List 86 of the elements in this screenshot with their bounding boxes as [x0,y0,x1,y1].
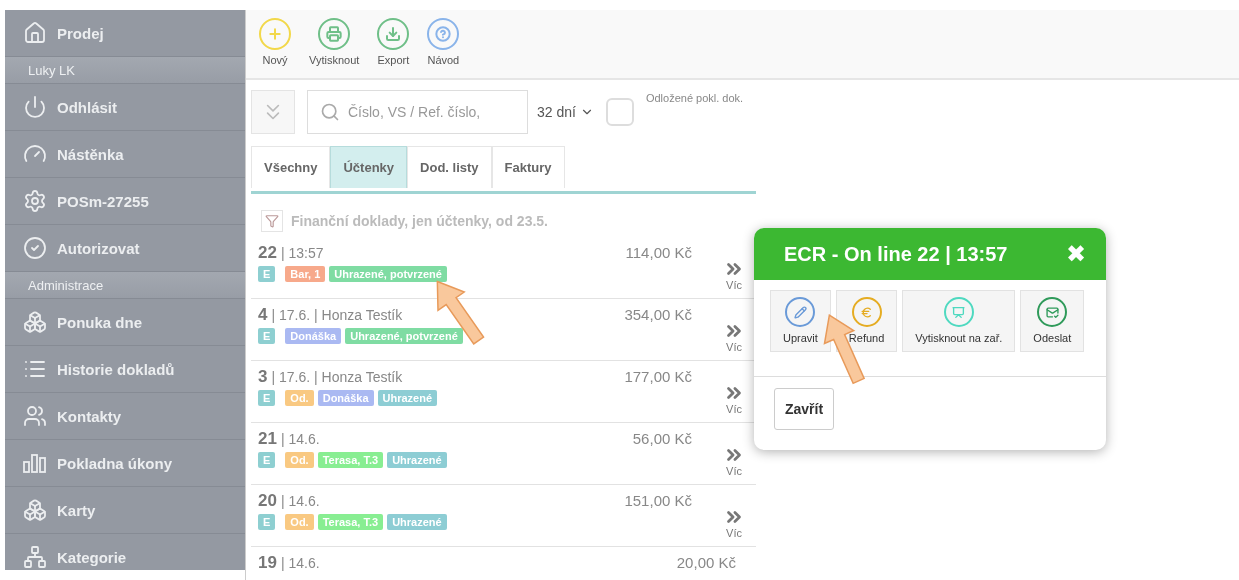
receipt-detail: | 17.6. | Honza Testík [271,307,403,323]
sidebar-item-label: Ponuka dne [57,313,142,331]
status-tag: Od. [285,514,314,530]
sidebar-item[interactable]: Ponuka dne [5,299,245,346]
receipt-amount: 20,00 Kč [676,554,736,571]
sidebar-section: Luky LK [5,57,245,84]
receipt-number: 20 [258,491,277,510]
receipt-amount: 151,00 Kč [624,492,692,509]
action-button[interactable]: Odeslat [1020,290,1085,352]
more-link[interactable]: Víc [712,367,756,422]
receipt-number: 4 [258,305,268,324]
toolbar-button[interactable]: Vytisknout [303,18,366,66]
tab[interactable]: Dod. listy [407,146,492,188]
search-field[interactable]: Číslo, VS / Ref. číslo, [307,90,528,134]
sidebar-item-label: Nástěnka [57,145,124,163]
sidebar-item-label: Prodej [57,24,104,42]
sidebar-item-label: POSm-27255 [57,192,149,210]
receipt-amount: 114,00 Kč [625,244,692,261]
sidebar-item[interactable]: Historie dokladů [5,346,245,393]
sidebar-item-label: Karty [57,501,96,519]
more-link[interactable]: Víc [712,243,756,298]
toolbar-button[interactable]: Nový [253,18,297,66]
receipt-amount: 354,00 Kč [624,306,692,323]
sidebar-item[interactable]: POSm-27255 [5,178,245,225]
receipt-amount: 56,00 Kč [632,430,692,447]
receipt-number: 19 [258,553,277,572]
status-tag: Uhrazené [377,390,438,406]
receipt-number: 3 [258,367,268,386]
receipt-row[interactable]: 19 | 14.6. 20,00 Kč [251,547,756,580]
status-tag: E [258,514,276,530]
status-tag: Terasa, T.3 [317,452,384,468]
sidebar-item-label: Autorizovat [57,239,140,257]
receipt-number: 22 [258,243,277,262]
status-tag: E [258,266,276,282]
sidebar-item[interactable]: Odhlásit [5,84,245,131]
sidebar-item-label: Pokladna úkony [57,454,173,472]
close-dialog-button[interactable]: Zavřít [774,388,835,430]
filter-summary: Finanční doklady, jen účtenky, od 23.5. [291,213,548,229]
tab[interactable]: Všechny [251,146,331,188]
checkbox-label: Odložené pokl. dok. [645,92,744,104]
more-link[interactable]: Víc [712,305,756,360]
sidebar-section: Administrace [5,272,245,299]
close-button[interactable]: ✖ [1066,240,1086,268]
status-tag: Od. [285,452,314,468]
status-tag: Uhrazené, potvrzené [345,328,463,344]
tab[interactable]: Faktury [491,146,565,188]
sidebar-item-label: Historie dokladů [57,360,175,378]
toolbar-button[interactable]: Export [371,18,416,66]
status-tag: Uhrazené [387,514,447,530]
sidebar-item-label: Odhlásit [57,98,117,116]
receipt-row[interactable]: 3 | 17.6. | Honza Testík 177,00 Kč E Od. Donáška Uhrazené Víc [251,361,756,423]
status-tag: Od. [285,390,314,406]
receipt-row[interactable]: 21 | 14.6. 56,00 Kč E Od. Terasa, T.3 Uhrazené Víc [251,423,756,485]
status-tag: Uhrazené [387,452,447,468]
more-link[interactable]: Víc [712,491,756,546]
sidebar-item[interactable]: Pokladna úkony [5,440,245,487]
receipt-detail: | 13:57 [280,245,324,261]
status-tag: Bar, 1 [285,266,326,282]
receipt-detail: | 17.6. | Honza Testík [271,369,403,385]
status-tag: Uhrazené, potvrzené [329,266,447,282]
action-button[interactable]: Upravit [770,290,831,352]
receipt-amount: 177,00 Kč [624,368,692,385]
toolbar-button[interactable]: Návod [421,18,466,66]
sidebar-item[interactable]: Kontakty [5,393,245,440]
action-button[interactable]: Vytisknout na zař. [902,290,1016,352]
sidebar-item[interactable]: Kategorie [5,534,245,570]
sidebar-item-label: Kontakty [57,407,122,425]
status-tag: Terasa, T.3 [317,514,384,530]
status-tag: E [258,328,276,344]
receipt-detail: | 14.6. [280,555,320,571]
period-dropdown[interactable]: 32 dní [537,104,594,120]
search-input[interactable]: Číslo, VS / Ref. číslo, [348,92,527,132]
receipt-detail: | 14.6. [280,493,320,509]
status-tag: Donáška [317,390,374,406]
dialog-title: ECR - On line 22 | 13:57 [784,242,1008,266]
more-link[interactable]: Víc [712,429,756,484]
receipt-number: 21 [258,429,277,448]
sidebar-item[interactable]: Nástěnka [5,131,245,178]
status-tag: Donáška [285,328,342,344]
sidebar-item[interactable]: Karty [5,487,245,534]
tab[interactable]: Účtenky [330,146,408,188]
sidebar-item-label: Kategorie [57,548,127,566]
receipt-detail: | 14.6. [280,431,320,447]
status-tag: E [258,390,276,406]
receipt-row[interactable]: 20 | 14.6. 151,00 Kč E Od. Terasa, T.3 Uhrazené Víc [251,485,756,547]
status-tag: E [258,452,276,468]
